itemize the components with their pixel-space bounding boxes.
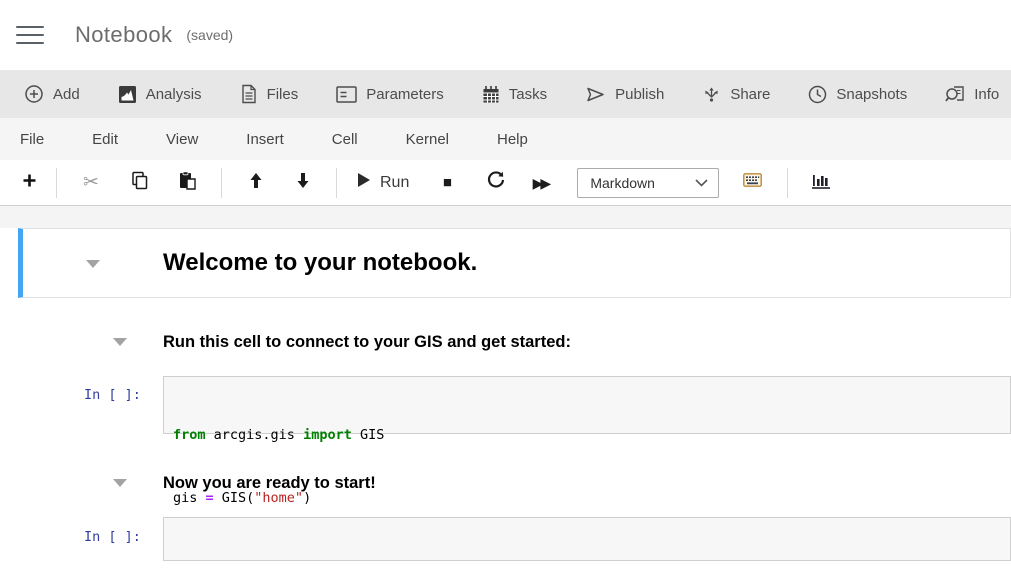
run-all-icon: ▶▶: [533, 176, 549, 190]
content-top-band: [0, 206, 1011, 228]
app-toolbar: Add Analysis Files Parameters Tasks Publ…: [0, 70, 1011, 118]
snapshots-label: Snapshots: [836, 86, 907, 103]
add-cell-button[interactable]: [12, 167, 46, 199]
share-label: Share: [730, 86, 770, 103]
add-button[interactable]: Add: [12, 78, 92, 110]
code-token-keyword: from: [173, 427, 206, 443]
share-arrows-icon: [702, 85, 721, 104]
menu-kernel[interactable]: Kernel: [390, 123, 465, 156]
copy-icon: [130, 171, 149, 195]
add-cell-icon: [22, 173, 37, 193]
hamburger-menu-icon[interactable]: [16, 26, 44, 44]
restart-kernel-icon: [487, 171, 505, 194]
publish-button[interactable]: Publish: [573, 79, 676, 110]
code-line: from arcgis.gis import GIS: [173, 425, 1001, 446]
menu-view[interactable]: View: [150, 123, 214, 156]
stop-icon: ■: [443, 175, 452, 190]
analysis-chart-icon: [118, 85, 137, 104]
clock-icon: [808, 85, 827, 104]
menu-file[interactable]: File: [4, 123, 60, 156]
analysis-button[interactable]: Analysis: [106, 79, 214, 110]
input-prompt: In [ ]:: [84, 387, 141, 403]
bar-chart-icon: [812, 171, 834, 195]
calendar-grid-icon: [482, 85, 500, 104]
toolbar-separator: [336, 168, 337, 198]
paste-button[interactable]: [163, 167, 211, 199]
move-up-icon: [248, 172, 264, 194]
header: Notebook (saved): [0, 0, 1011, 70]
snapshots-button[interactable]: Snapshots: [796, 79, 919, 110]
cell-type-select[interactable]: Markdown: [577, 168, 719, 198]
menu-cell[interactable]: Cell: [316, 123, 374, 156]
connect-heading: Run this cell to connect to your GIS and…: [163, 333, 571, 352]
menu-edit[interactable]: Edit: [76, 123, 134, 156]
run-all-button[interactable]: ▶▶: [517, 167, 563, 199]
run-button[interactable]: Run: [347, 172, 419, 193]
collapse-caret-icon[interactable]: [86, 260, 100, 268]
code-token-keyword: import: [303, 427, 352, 443]
publish-label: Publish: [615, 86, 664, 103]
menu-help[interactable]: Help: [481, 123, 544, 156]
document-icon: [240, 84, 258, 104]
run-icon: [357, 172, 371, 193]
stop-button[interactable]: ■: [419, 167, 475, 199]
move-cell-down-button[interactable]: [279, 167, 326, 199]
restart-kernel-button[interactable]: [475, 167, 517, 199]
toolbar-separator: [56, 168, 57, 198]
page-title: Notebook: [75, 22, 172, 48]
welcome-heading: Welcome to your notebook.: [163, 249, 477, 277]
page-magnifier-icon: [945, 85, 965, 104]
keyboard-icon: [743, 173, 762, 192]
cell-type-value: Markdown: [590, 175, 655, 191]
code-cell-input[interactable]: from arcgis.gis import GIS gis = GIS("ho…: [163, 376, 1011, 434]
code-token-plain: arcgis.gis: [206, 427, 304, 443]
menu-insert[interactable]: Insert: [230, 123, 300, 156]
parameters-button[interactable]: Parameters: [324, 80, 456, 109]
info-button[interactable]: Info: [933, 79, 1011, 110]
tasks-button[interactable]: Tasks: [470, 79, 559, 110]
ready-heading: Now you are ready to start!: [163, 474, 376, 493]
tasks-label: Tasks: [509, 86, 547, 103]
cut-icon: ✂: [83, 173, 99, 192]
run-label: Run: [380, 174, 409, 192]
move-down-icon: [295, 172, 311, 194]
files-button[interactable]: Files: [228, 78, 311, 110]
chevron-down-icon: [695, 174, 708, 192]
input-prompt: In [ ]:: [84, 529, 141, 545]
markdown-cell-welcome[interactable]: Welcome to your notebook.: [18, 228, 1011, 298]
save-status: (saved): [186, 27, 233, 43]
collapse-caret-icon[interactable]: [113, 338, 127, 346]
empty-code-cell-input[interactable]: [163, 517, 1011, 561]
circle-plus-icon: [24, 84, 44, 104]
cut-button[interactable]: ✂: [67, 167, 115, 199]
add-label: Add: [53, 86, 80, 103]
cell-toolbar: ✂ Run ■ ▶▶ Markdown: [0, 160, 1011, 206]
menu-bar: File Edit View Insert Cell Kernel Help: [0, 118, 1011, 160]
analysis-label: Analysis: [146, 86, 202, 103]
move-cell-up-button[interactable]: [232, 167, 279, 199]
info-label: Info: [974, 86, 999, 103]
code-token-plain: GIS: [352, 427, 385, 443]
share-button[interactable]: Share: [690, 79, 782, 110]
notebook-content: Welcome to your notebook. Run this cell …: [0, 206, 1011, 580]
keyboard-shortcuts-button[interactable]: [735, 167, 769, 199]
toolbar-separator: [787, 168, 788, 198]
paste-icon: [178, 171, 197, 195]
parameters-box-icon: [336, 86, 357, 103]
parameters-label: Parameters: [366, 86, 444, 103]
files-label: Files: [267, 86, 299, 103]
publish-triangle-icon: [585, 85, 606, 104]
toolbar-separator: [221, 168, 222, 198]
open-chart-panel-button[interactable]: [806, 167, 840, 199]
collapse-caret-icon[interactable]: [113, 479, 127, 487]
copy-button[interactable]: [115, 167, 163, 199]
